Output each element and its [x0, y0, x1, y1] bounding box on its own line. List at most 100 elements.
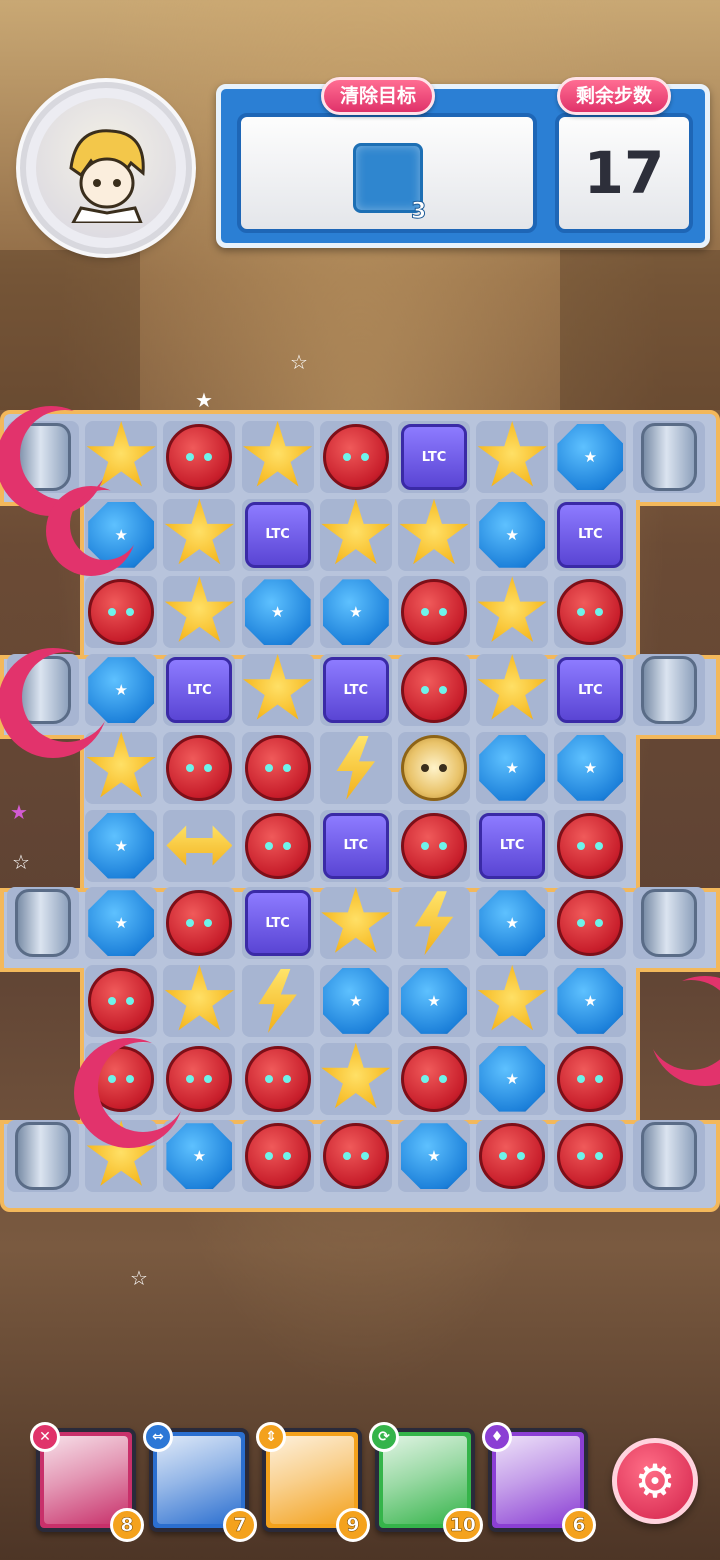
red-spiky-piece-icon — [401, 579, 467, 646]
settings-button[interactable]: ⚙ — [612, 1438, 698, 1524]
board-cell[interactable] — [395, 573, 473, 651]
board-cell[interactable]: ★ — [395, 962, 473, 1040]
board-cell[interactable] — [317, 729, 395, 807]
red-spiky-piece-icon — [557, 579, 624, 646]
board-cell[interactable] — [395, 651, 473, 729]
board-cell[interactable] — [551, 573, 629, 651]
board-cell[interactable] — [395, 496, 473, 574]
board-cell[interactable] — [551, 1117, 629, 1195]
sparkle-icon: ★ — [195, 388, 213, 412]
hero-card[interactable]: ⇕ 9 — [256, 1422, 370, 1542]
board-cell[interactable]: ★ — [160, 1117, 238, 1195]
board-cell[interactable] — [82, 729, 160, 807]
board-cell[interactable] — [4, 884, 82, 962]
board-cell[interactable]: ★ — [82, 884, 160, 962]
hero-card[interactable]: ♦ 6 — [482, 1422, 596, 1542]
board-cell[interactable] — [551, 884, 629, 962]
board-cell[interactable]: ★ — [395, 1117, 473, 1195]
game-screen: 3 17 清除目标 剩余步数 LTC ★ ★ LTC ★ LTC ★ ★ ★ LTC LTC LTC ★… — [0, 0, 720, 1560]
hero-card[interactable]: ✕ 8 — [30, 1422, 144, 1542]
board-cell[interactable] — [395, 729, 473, 807]
board-cell[interactable] — [395, 807, 473, 885]
refresh-icon: ⟳ — [369, 1422, 399, 1452]
board-cell[interactable]: ★ — [551, 962, 629, 1040]
board-cell[interactable] — [317, 496, 395, 574]
blue-ninja-piece-icon: ★ — [557, 967, 624, 1034]
red-spiky-piece-icon — [244, 1045, 311, 1112]
board-cell[interactable]: LTC — [551, 651, 629, 729]
board-cell[interactable] — [160, 884, 238, 962]
board-cell[interactable] — [630, 884, 708, 962]
board-cell[interactable] — [630, 418, 708, 496]
board-cell[interactable]: LTC — [473, 807, 551, 885]
hero-avatar[interactable] — [20, 82, 192, 254]
board-cell[interactable]: ★ — [82, 807, 160, 885]
board-cell[interactable] — [473, 651, 551, 729]
board-cell[interactable] — [317, 1040, 395, 1118]
board-cell[interactable]: ★ — [473, 496, 551, 574]
hero-card[interactable]: ⟳ 10 — [369, 1422, 483, 1542]
board-cell[interactable] — [473, 962, 551, 1040]
board-cell[interactable]: LTC — [239, 496, 317, 574]
board-cell[interactable] — [395, 884, 473, 962]
piece-face: ★ — [583, 448, 598, 466]
board-cell[interactable] — [239, 962, 317, 1040]
board-cell[interactable]: ★ — [473, 729, 551, 807]
board-cell[interactable]: LTC — [160, 651, 238, 729]
board-cell[interactable] — [239, 418, 317, 496]
board-cell[interactable] — [317, 884, 395, 962]
board-cell[interactable]: ★ — [239, 573, 317, 651]
board-cell[interactable] — [160, 729, 238, 807]
board-cell[interactable]: ★ — [317, 573, 395, 651]
board-cell[interactable] — [551, 1040, 629, 1118]
board-cell[interactable] — [239, 807, 317, 885]
board-cell[interactable]: ★ — [473, 1040, 551, 1118]
board-cell[interactable] — [239, 1117, 317, 1195]
board-cell[interactable] — [473, 1117, 551, 1195]
piece-face — [404, 816, 464, 876]
sparkle-icon: ☆ — [12, 850, 30, 874]
piece-face: ★ — [349, 603, 363, 622]
board-cell[interactable] — [160, 807, 238, 885]
red-spiky-piece-icon — [244, 1123, 311, 1190]
board-cell[interactable]: LTC — [551, 496, 629, 574]
board-cell[interactable]: LTC — [317, 651, 395, 729]
board-cell[interactable] — [551, 807, 629, 885]
board-cell[interactable] — [630, 651, 708, 729]
piece-face: LTC — [578, 527, 603, 543]
board-cell[interactable] — [317, 1117, 395, 1195]
board-cell[interactable] — [317, 418, 395, 496]
board-cell[interactable] — [160, 496, 238, 574]
board-cell[interactable]: ★ — [551, 418, 629, 496]
hero-energy-cost: 9 — [336, 1508, 370, 1542]
board-cell[interactable]: LTC — [317, 807, 395, 885]
board-cell[interactable] — [473, 573, 551, 651]
crescent-effect-icon — [98, 1042, 188, 1132]
red-spiky-piece-icon — [557, 812, 624, 879]
board-cell[interactable] — [395, 1040, 473, 1118]
steps-value: 17 — [583, 139, 665, 207]
board-cell[interactable] — [82, 962, 160, 1040]
piece-face — [404, 660, 464, 720]
board-cell[interactable] — [4, 1117, 82, 1195]
hero-card[interactable]: ⇔ 7 — [143, 1422, 257, 1542]
board-cell[interactable] — [239, 651, 317, 729]
vertical-arrows-icon: ⇕ — [256, 1422, 286, 1452]
board-cell[interactable] — [82, 573, 160, 651]
red-spiky-piece-icon — [322, 1123, 389, 1190]
board-cell[interactable]: ★ — [551, 729, 629, 807]
board-cell[interactable]: LTC — [239, 884, 317, 962]
board-cell[interactable]: LTC — [395, 418, 473, 496]
hero-energy-cost: 6 — [562, 1508, 596, 1542]
board-cell[interactable] — [160, 573, 238, 651]
board-cell[interactable]: ★ — [473, 884, 551, 962]
board-cell[interactable] — [239, 729, 317, 807]
board-cell[interactable] — [630, 1117, 708, 1195]
board-cell[interactable] — [473, 418, 551, 496]
board-cell[interactable] — [160, 418, 238, 496]
purple-ghost-piece-icon: LTC — [557, 657, 624, 724]
piece-face — [326, 1126, 386, 1186]
board-cell[interactable] — [239, 1040, 317, 1118]
board-cell[interactable] — [160, 962, 238, 1040]
board-cell[interactable]: ★ — [317, 962, 395, 1040]
